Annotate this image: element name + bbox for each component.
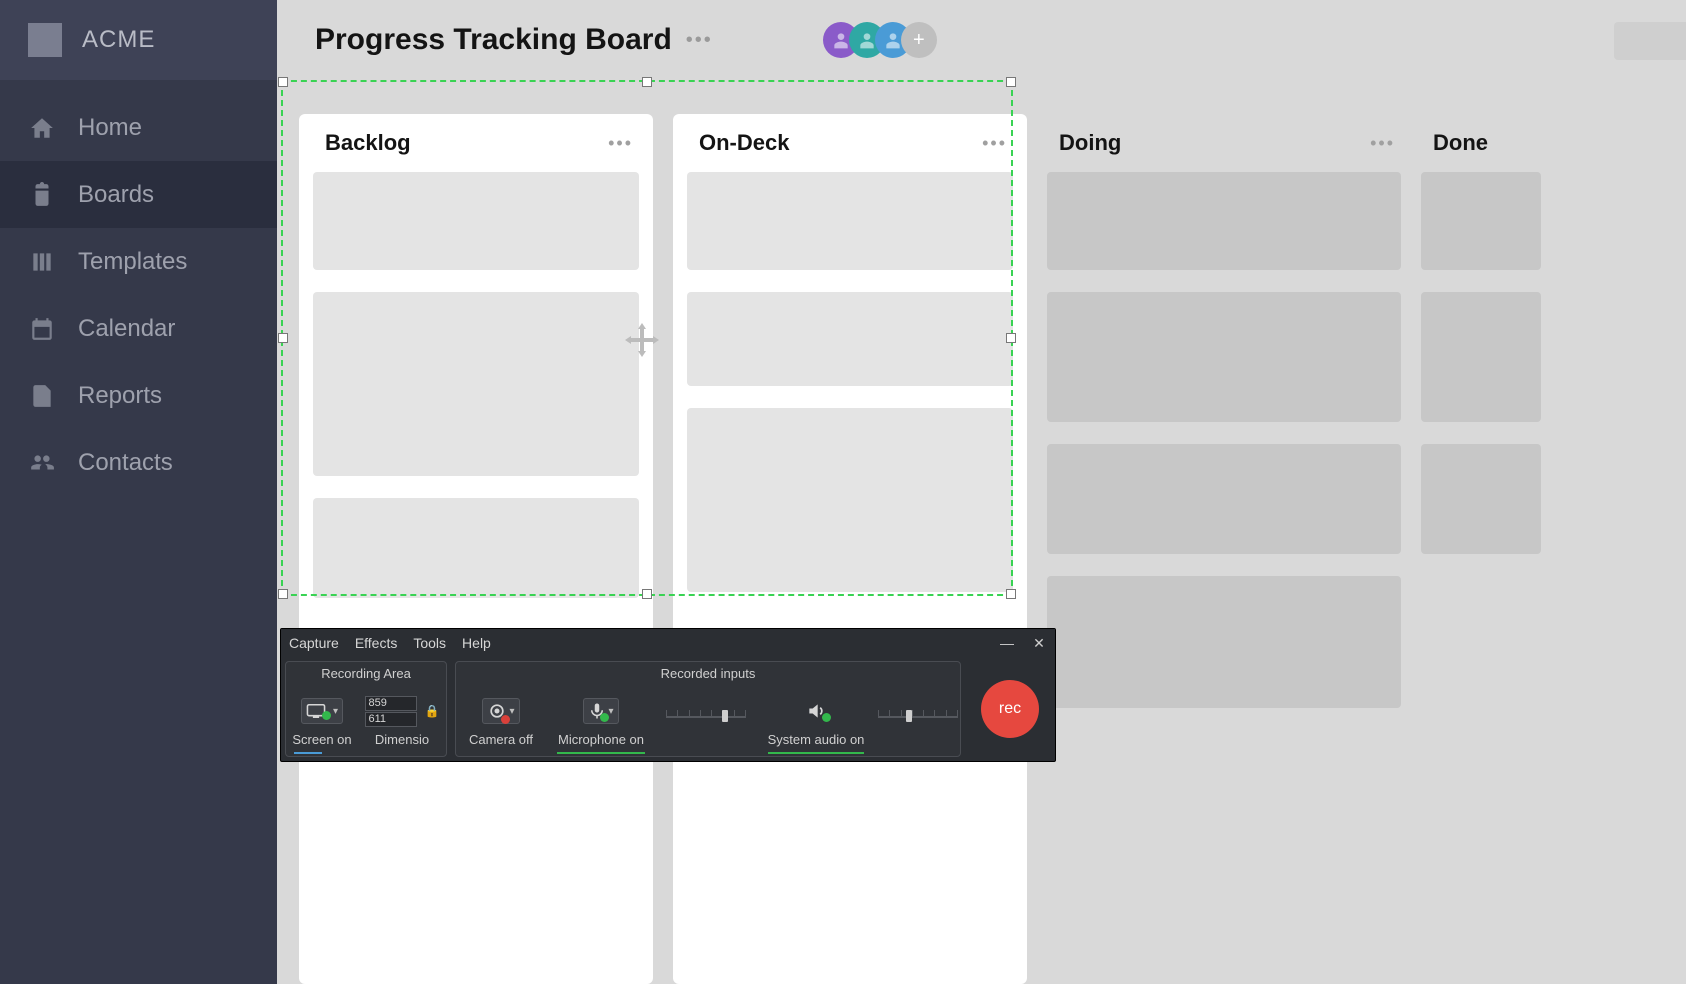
mic-dropdown[interactable]: ▾: [583, 698, 618, 724]
column-menu-icon[interactable]: •••: [1370, 133, 1395, 154]
record-button[interactable]: rec: [981, 680, 1039, 738]
nav-item-boards[interactable]: Boards: [0, 161, 277, 228]
nav-label: Home: [78, 114, 142, 142]
nav: Home Boards Templates Calendar Reports C…: [0, 94, 277, 496]
nav-label: Templates: [78, 248, 187, 276]
header-right-button[interactable]: [1614, 22, 1686, 60]
nav-label: Boards: [78, 181, 154, 209]
column-header: Doing •••: [1047, 114, 1401, 172]
system-audio-control[interactable]: System audio on: [756, 690, 876, 756]
people-icon: [28, 449, 56, 477]
dimensions-label: Dimensio: [375, 732, 429, 747]
column-menu-icon[interactable]: •••: [982, 133, 1007, 154]
card[interactable]: [1421, 444, 1541, 554]
add-member-button[interactable]: +: [901, 22, 937, 58]
minimize-icon[interactable]: —: [999, 635, 1015, 651]
document-icon: [28, 382, 56, 410]
nav-item-templates[interactable]: Templates: [0, 228, 277, 295]
card[interactable]: [1421, 292, 1541, 422]
menu-tools[interactable]: Tools: [413, 635, 446, 651]
column-title: Done: [1433, 130, 1488, 156]
card[interactable]: [1047, 172, 1401, 270]
calendar-icon: [28, 315, 56, 343]
slider[interactable]: [666, 702, 746, 724]
main: Progress Tracking Board ••• + Backlog ••…: [277, 0, 1686, 984]
recorded-inputs-panel: Recorded inputs ▾ Camera off: [455, 661, 961, 757]
mic-level-slider[interactable]: [656, 690, 756, 756]
card[interactable]: [687, 408, 1013, 592]
nav-item-calendar[interactable]: Calendar: [0, 295, 277, 362]
board-columns: Backlog ••• On-Deck ••• Doing •••: [277, 80, 1686, 984]
column-title: On-Deck: [699, 130, 789, 156]
close-icon[interactable]: ✕: [1031, 635, 1047, 651]
board-header: Progress Tracking Board ••• +: [277, 0, 1686, 80]
recording-area-panel: Recording Area ▾ Screen on: [285, 661, 447, 757]
card[interactable]: [1047, 576, 1401, 708]
column-doing: Doing •••: [1047, 114, 1401, 984]
panel-title: Recording Area: [286, 666, 446, 681]
column-title: Backlog: [325, 130, 411, 156]
audio-level-slider[interactable]: [876, 690, 960, 756]
column-ondeck: On-Deck •••: [673, 114, 1027, 984]
height-input[interactable]: 611: [365, 712, 417, 727]
column-title: Doing: [1059, 130, 1121, 156]
avatar-group: +: [823, 22, 937, 58]
sidebar: ACME Home Boards Templates Calendar Repo…: [0, 0, 277, 984]
card[interactable]: [1421, 172, 1541, 270]
slider[interactable]: [878, 702, 958, 724]
width-input[interactable]: 859: [365, 696, 417, 711]
recorder-window[interactable]: Capture Effects Tools Help — ✕ Recording…: [280, 628, 1056, 762]
board-menu-icon[interactable]: •••: [686, 29, 713, 52]
nav-item-contacts[interactable]: Contacts: [0, 429, 277, 496]
column-header: On-Deck •••: [687, 114, 1013, 172]
card[interactable]: [1047, 444, 1401, 554]
panel-title: Recorded inputs: [456, 666, 960, 681]
logo-icon: [28, 23, 62, 57]
column-header: Backlog •••: [313, 114, 639, 172]
camera-control[interactable]: ▾ Camera off: [456, 690, 546, 756]
nav-label: Reports: [78, 382, 162, 410]
nav-label: Contacts: [78, 449, 173, 477]
card[interactable]: [313, 292, 639, 476]
templates-icon: [28, 248, 56, 276]
camera-label: Camera off: [469, 732, 533, 747]
menu-help[interactable]: Help: [462, 635, 491, 651]
card[interactable]: [687, 172, 1013, 270]
camera-dropdown[interactable]: ▾: [482, 698, 519, 724]
card[interactable]: [313, 498, 639, 598]
menu-effects[interactable]: Effects: [355, 635, 398, 651]
microphone-control[interactable]: ▾ Microphone on: [546, 690, 656, 756]
clipboard-icon: [28, 181, 56, 209]
recorder-menubar: Capture Effects Tools Help — ✕: [281, 629, 1055, 657]
column-done: Done: [1421, 114, 1541, 984]
recorder-body: Recording Area ▾ Screen on: [281, 657, 1055, 761]
home-icon: [28, 114, 56, 142]
menu-capture[interactable]: Capture: [289, 635, 339, 651]
nav-item-home[interactable]: Home: [0, 94, 277, 161]
app-name: ACME: [82, 26, 155, 54]
card[interactable]: [687, 292, 1013, 386]
dimensions-control[interactable]: 859 611 🔒 Dimensio: [358, 690, 446, 756]
record-panel: rec: [965, 657, 1055, 761]
mic-label: Microphone on: [558, 732, 644, 747]
screen-label: Screen on: [292, 732, 351, 747]
board-title: Progress Tracking Board: [315, 23, 672, 57]
nav-label: Calendar: [78, 315, 175, 343]
column-backlog: Backlog •••: [299, 114, 653, 984]
screen-selector[interactable]: ▾ Screen on: [286, 690, 358, 756]
column-menu-icon[interactable]: •••: [608, 133, 633, 154]
logo-area: ACME: [0, 0, 277, 80]
card[interactable]: [313, 172, 639, 270]
column-header: Done: [1421, 114, 1541, 172]
nav-item-reports[interactable]: Reports: [0, 362, 277, 429]
audio-label: System audio on: [768, 732, 865, 747]
screen-dropdown[interactable]: ▾: [301, 698, 343, 724]
lock-icon[interactable]: 🔒: [425, 704, 440, 718]
card[interactable]: [1047, 292, 1401, 422]
